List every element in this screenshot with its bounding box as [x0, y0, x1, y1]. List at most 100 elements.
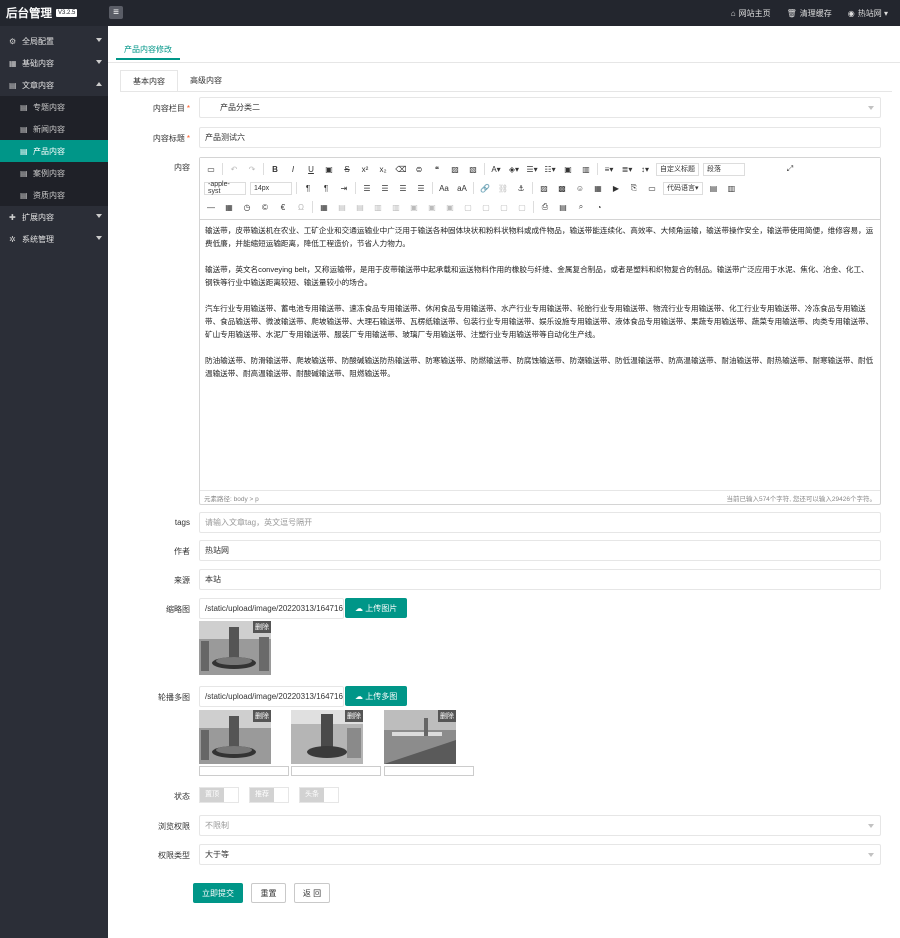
subscript-icon[interactable]: x₂	[376, 162, 390, 176]
back-button[interactable]: 返 回	[294, 883, 330, 903]
upload-multi-image-button[interactable]: ☁ 上传多图	[345, 686, 408, 706]
underline-icon[interactable]: U	[304, 162, 318, 176]
delete-col-icon[interactable]: ▥	[389, 200, 403, 214]
tab-advanced[interactable]: 高级内容	[178, 70, 234, 92]
time-icon[interactable]: ◷	[240, 200, 254, 214]
row-spacing-top-icon[interactable]: ≡▾	[602, 162, 616, 176]
attachment-icon[interactable]: ⎘	[627, 181, 641, 195]
sidebar-item-qualification[interactable]: ▤ 资质内容	[0, 184, 108, 206]
quote-icon[interactable]: ❝	[430, 162, 444, 176]
image-caption-input[interactable]	[384, 766, 474, 776]
sidebar-item-basic-content[interactable]: ▦ 基础内容	[0, 52, 108, 74]
clear-cache-link[interactable]: 🗑 清理缓存	[787, 8, 832, 19]
align-justify-icon[interactable]: ☰	[414, 181, 428, 195]
select-all-icon[interactable]: ▣	[561, 162, 575, 176]
author-input[interactable]: 热站网	[199, 540, 881, 561]
sidebar-item-topic[interactable]: ▤ 专题内容	[0, 96, 108, 118]
indent-icon[interactable]: ⇥	[337, 181, 351, 195]
delete-button[interactable]: 删除	[438, 710, 456, 722]
user-menu[interactable]: ◉ 热站网 ▾	[848, 8, 888, 19]
editor-content[interactable]: 输送带，皮带输送机在农业、工矿企业和交通运输业中广泛用于输送各种固体块状和粉料状…	[200, 220, 880, 490]
rtl-icon[interactable]: ¶	[301, 181, 315, 195]
italic-icon[interactable]: I	[286, 162, 300, 176]
tab-basic[interactable]: 基本内容	[120, 70, 178, 92]
insert-col-icon[interactable]: ▥	[371, 200, 385, 214]
tags-input[interactable]: 请输入文章tag，英文逗号隔开	[199, 512, 881, 533]
upload-image-button[interactable]: ☁ 上传图片	[345, 598, 408, 618]
video-icon[interactable]: ▶	[609, 181, 623, 195]
merge-down-icon[interactable]: ▣	[443, 200, 457, 214]
home-link[interactable]: ⌂ 网站主页	[731, 8, 771, 19]
clear-doc-icon[interactable]: ▥	[579, 162, 593, 176]
logo[interactable]: 后台管理 V3.2.5	[0, 0, 108, 26]
toggle-top[interactable]: 置顶	[199, 787, 239, 803]
euro-icon[interactable]: €	[276, 200, 290, 214]
source-input[interactable]: 本站	[199, 569, 881, 590]
sidebar-item-news[interactable]: ▤ 新闻内容	[0, 118, 108, 140]
strikethrough-icon[interactable]: S	[340, 162, 354, 176]
reset-button[interactable]: 重置	[251, 883, 286, 903]
title-input[interactable]: 产品测试六	[199, 127, 881, 148]
font-family-select[interactable]: -apple-syst	[204, 181, 246, 195]
insert-row-icon[interactable]: ▤	[335, 200, 349, 214]
ordered-list-icon[interactable]: ☰▾	[525, 162, 539, 176]
thumb-path-input[interactable]: /static/upload/image/20220313/164716	[199, 598, 344, 619]
paste-text-icon[interactable]: ▨	[448, 162, 462, 176]
horizontal-rule-icon[interactable]: —	[204, 200, 218, 214]
background-color-icon[interactable]: ◈▾	[507, 162, 521, 176]
menu-toggle-icon[interactable]: ≡	[109, 6, 123, 19]
access-select[interactable]: 不限制	[199, 815, 881, 836]
perm-type-select[interactable]: 大于等	[199, 844, 881, 865]
unlink-icon[interactable]: ⛓	[496, 181, 510, 195]
delete-table-icon[interactable]: ▢	[515, 200, 529, 214]
redo-icon[interactable]: ↷	[245, 162, 259, 176]
split-cells-icon[interactable]: ▢	[461, 200, 475, 214]
source-icon[interactable]: ▭	[204, 162, 218, 176]
paragraph-select[interactable]: 段落	[703, 162, 745, 176]
line-height-icon[interactable]: ↕▾	[638, 162, 652, 176]
split-cols-icon[interactable]: ▢	[497, 200, 511, 214]
frame-icon[interactable]: ▣	[322, 162, 336, 176]
frame-insert-icon[interactable]: ▭	[645, 181, 659, 195]
tab-product-edit[interactable]: 产品内容修改	[116, 36, 180, 60]
gallery-path-input[interactable]: /static/upload/image/20220313/164716	[199, 686, 344, 707]
row-spacing-bottom-icon[interactable]: ≣▾	[620, 162, 634, 176]
template-icon[interactable]: ▤	[707, 181, 721, 195]
category-select[interactable]: 产品分类二	[199, 97, 881, 118]
copyright-icon[interactable]: ©	[258, 200, 272, 214]
align-center-icon[interactable]: ☰	[378, 181, 392, 195]
sidebar-item-system[interactable]: ✲ 系统管理	[0, 228, 108, 250]
help-icon[interactable]: ◔	[592, 200, 606, 214]
emotion-icon[interactable]: ☺	[573, 181, 587, 195]
date-icon[interactable]: ▦	[222, 200, 236, 214]
custom-title-select[interactable]: 自定义标题	[656, 162, 699, 176]
sidebar-item-global-config[interactable]: ⚙ 全局配置	[0, 30, 108, 52]
search-replace-icon[interactable]: ⌕	[574, 200, 588, 214]
image-caption-input[interactable]	[199, 766, 289, 776]
clipboard-icon[interactable]: ▧	[466, 162, 480, 176]
align-right-icon[interactable]: ☰	[396, 181, 410, 195]
special-char-icon[interactable]: Ω	[294, 200, 308, 214]
bold-icon[interactable]: B	[268, 162, 282, 176]
table-icon[interactable]: ▦	[317, 200, 331, 214]
sidebar-item-product[interactable]: ▤ 产品内容	[0, 140, 108, 162]
toggle-recommend[interactable]: 推荐	[249, 787, 289, 803]
delete-row-icon[interactable]: ▤	[353, 200, 367, 214]
ltr-icon[interactable]: ¶	[319, 181, 333, 195]
sidebar-item-case[interactable]: ▤ 案例内容	[0, 162, 108, 184]
print-icon[interactable]: ⎙	[538, 200, 552, 214]
delete-button[interactable]: 删除	[253, 710, 271, 722]
superscript-icon[interactable]: x²	[358, 162, 372, 176]
font-size-select[interactable]: 14px	[250, 181, 292, 195]
undo-icon[interactable]: ↶	[227, 162, 241, 176]
submit-button[interactable]: 立即提交	[193, 883, 243, 903]
image-icon[interactable]: ▨	[537, 181, 551, 195]
delete-button[interactable]: 删除	[253, 621, 271, 633]
font-color-icon[interactable]: A▾	[489, 162, 503, 176]
code-language-select[interactable]: 代码语言 ▾	[663, 181, 703, 195]
merge-right-icon[interactable]: ▣	[425, 200, 439, 214]
uppercase-icon[interactable]: Aa	[437, 181, 451, 195]
align-left-icon[interactable]: ☰	[360, 181, 374, 195]
format-match-icon[interactable]: ⊜	[412, 162, 426, 176]
merge-cells-icon[interactable]: ▣	[407, 200, 421, 214]
